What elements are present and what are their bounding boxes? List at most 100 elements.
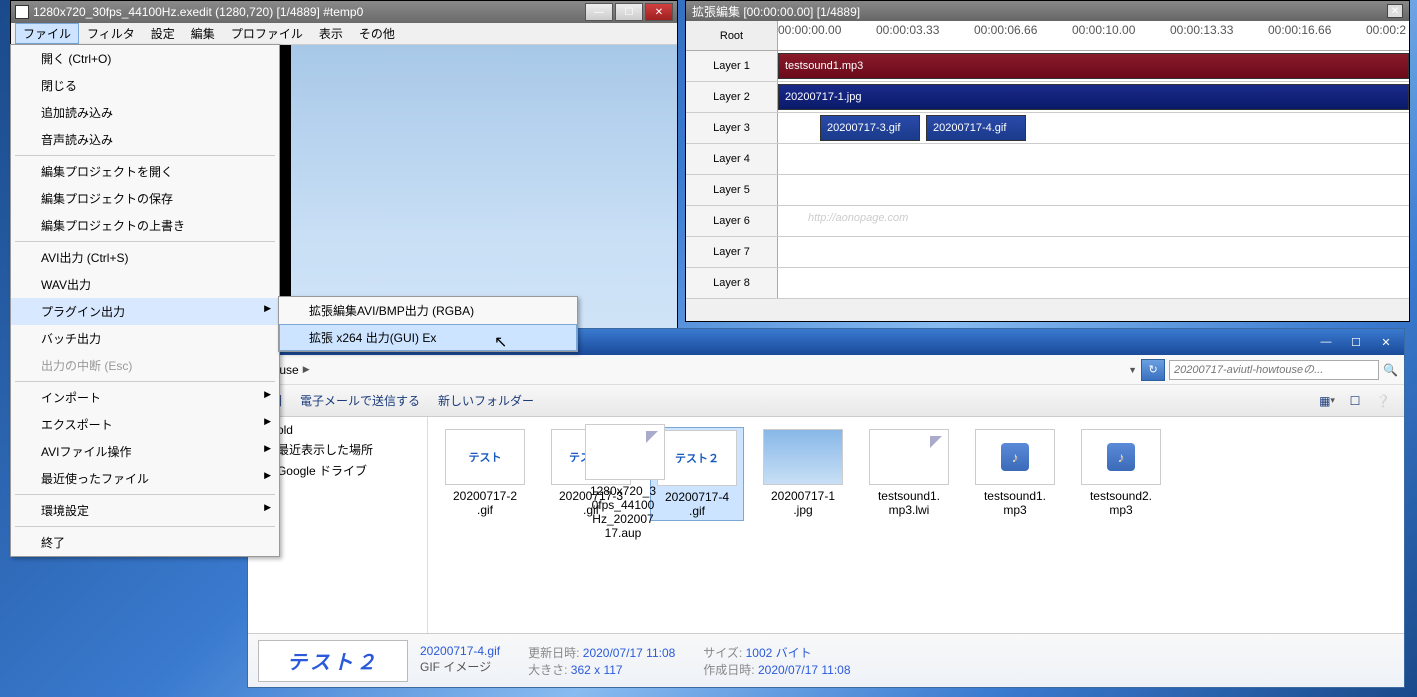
menu-item[interactable]: AVI出力 (Ctrl+S) (11, 244, 279, 271)
image-clip[interactable]: 20200717-4.gif (926, 115, 1026, 141)
menu-item[interactable]: プラグイン出力 (11, 298, 279, 325)
chevron-right-icon: ▶ (303, 364, 310, 375)
layer-label[interactable]: Layer 6 (686, 206, 778, 236)
timeline-row: Layer 5 (686, 175, 1409, 206)
chevron-down-icon[interactable]: ▼ (1128, 365, 1137, 375)
timeline-close-button[interactable]: ✕ (1387, 4, 1403, 18)
file-item[interactable]: 20200717-1.jpg (756, 427, 850, 521)
menu-item[interactable]: 編集プロジェクトを開く (11, 158, 279, 185)
status-size-value: 1002 バイト (746, 646, 812, 660)
timeline-titlebar[interactable]: 拡張編集 [00:00:00.00] [1/4889] ✕ (686, 1, 1409, 21)
layer-label[interactable]: Layer 4 (686, 144, 778, 174)
toolbar-email[interactable]: 電子メールで送信する (300, 392, 420, 409)
menu-item[interactable]: 編集プロジェクトの保存 (11, 185, 279, 212)
layer-track[interactable]: 20200717-3.gif20200717-4.gif (778, 113, 1409, 143)
minimize-button[interactable]: — (585, 3, 613, 21)
layer-label[interactable]: Layer 5 (686, 175, 778, 205)
file-name-line2: mp3 (970, 503, 1060, 517)
watermark-text: http://aonopage.com (808, 212, 908, 224)
preview-pane-button[interactable]: ☐ (1344, 391, 1366, 411)
explorer-minimize-button[interactable]: — (1312, 333, 1340, 351)
menu-item[interactable]: 終了 (11, 529, 279, 556)
menu-file[interactable]: ファイル (15, 23, 79, 44)
menu-item[interactable]: 音声読み込み (11, 126, 279, 153)
timeline-row: Layer 7 (686, 237, 1409, 268)
menu-item[interactable]: バッチ出力 (11, 325, 279, 352)
menu-item[interactable]: 最近使ったファイル (11, 465, 279, 492)
layer-track[interactable] (778, 175, 1409, 205)
file-name-line2: .gif (653, 504, 741, 518)
image-clip[interactable]: 20200717-3.gif (820, 115, 920, 141)
search-input[interactable] (1169, 360, 1379, 380)
explorer-body: 📁old🕘最近表示した場所📀Google ドライブ テスト20200717-2.… (248, 417, 1404, 633)
layer-label[interactable]: Layer 7 (686, 237, 778, 267)
file-name-line2: mp3.lwi (864, 503, 954, 517)
explorer-maximize-button[interactable]: ☐ (1342, 333, 1370, 351)
layer-track[interactable] (778, 237, 1409, 267)
layer-label[interactable]: Layer 2 (686, 82, 778, 112)
sidebar-label: Google ドライブ (277, 462, 367, 479)
status-mod-value: 2020/07/17 11:08 (583, 646, 676, 660)
status-filetype: GIF イメージ (420, 658, 500, 675)
file-item[interactable]: ♪testsound2.mp3 (1074, 427, 1168, 521)
explorer-file-grid[interactable]: テスト20200717-2.gifテスト１20200717-3.gifテスト２2… (428, 417, 1404, 633)
ruler-tick: 00:00:03.33 (876, 23, 939, 37)
layer-track[interactable]: 20200717-1.jpg (778, 82, 1409, 112)
layer-label[interactable]: Layer 8 (686, 268, 778, 298)
status-dim-label: 大きさ: (528, 663, 567, 677)
timeline-title: 拡張編集 [00:00:00.00] [1/4889] (692, 3, 860, 20)
submenu-item[interactable]: 拡張 x264 出力(GUI) Ex (279, 324, 577, 351)
layer-label[interactable]: Layer 3 (686, 113, 778, 143)
timeline-window: 拡張編集 [00:00:00.00] [1/4889] ✕ Root 00:00… (685, 0, 1410, 322)
help-button[interactable]: ❔ (1372, 391, 1394, 411)
file-item[interactable]: ♪testsound1.mp3 (968, 427, 1062, 521)
main-titlebar[interactable]: 1280x720_30fps_44100Hz.exedit (1280,720)… (11, 1, 677, 23)
status-dim-value: 362 x 117 (571, 663, 623, 677)
refresh-button[interactable]: ↻ (1141, 359, 1165, 381)
menu-item[interactable]: 開く (Ctrl+O) (11, 45, 279, 72)
menu-profile[interactable]: プロファイル (223, 23, 311, 44)
timeline-row: Layer 8 (686, 268, 1409, 299)
status-mod-label: 更新日時: (528, 646, 579, 660)
menu-item[interactable]: 追加読み込み (11, 99, 279, 126)
timeline-row: Layer 4 (686, 144, 1409, 175)
file-item[interactable]: テスト20200717-2.gif (438, 427, 532, 521)
menu-item[interactable]: 環境設定 (11, 497, 279, 524)
menu-other[interactable]: その他 (351, 23, 403, 44)
file-name-line1: 20200717-2 (440, 489, 530, 503)
timeline-ruler[interactable]: 00:00:00.0000:00:03.3300:00:06.6600:00:1… (778, 21, 1409, 50)
plugin-output-submenu: 拡張編集AVI/BMP出力 (RGBA)拡張 x264 出力(GUI) Ex (278, 296, 578, 352)
layer-track[interactable] (778, 268, 1409, 298)
timeline-row: Layer 320200717-3.gif20200717-4.gif (686, 113, 1409, 144)
layer-track[interactable]: testsound1.mp3 (778, 51, 1409, 81)
file-name-line1: testsound1. (864, 489, 954, 503)
menu-edit[interactable]: 編集 (183, 23, 223, 44)
maximize-button[interactable]: ☐ (615, 3, 643, 21)
menu-view[interactable]: 表示 (311, 23, 351, 44)
image-clip[interactable]: 20200717-1.jpg (778, 84, 1409, 110)
close-button[interactable]: ✕ (645, 3, 673, 21)
toolbar-newfolder[interactable]: 新しいフォルダー (438, 392, 534, 409)
menu-settings[interactable]: 設定 (143, 23, 183, 44)
status-size-label: サイズ: (703, 646, 742, 660)
timeline-root[interactable]: Root (686, 21, 778, 50)
menu-filter[interactable]: フィルタ (79, 23, 143, 44)
audio-clip[interactable]: testsound1.mp3 (778, 53, 1409, 79)
layer-label[interactable]: Layer 1 (686, 51, 778, 81)
toolbar-right-icons: ▦▾ ☐ ❔ (1316, 391, 1394, 411)
menu-item[interactable]: 閉じる (11, 72, 279, 99)
file-item[interactable]: testsound1.mp3.lwi (862, 427, 956, 521)
timeline-header: Root 00:00:00.0000:00:03.3300:00:06.6600… (686, 21, 1409, 51)
file-item[interactable]: 1280x720_30fps_44100Hz_20200717.aup (583, 422, 663, 542)
submenu-item[interactable]: 拡張編集AVI/BMP出力 (RGBA) (279, 297, 577, 324)
menu-item[interactable]: エクスポート (11, 411, 279, 438)
explorer-close-button[interactable]: ✕ (1372, 333, 1400, 351)
layer-track[interactable]: http://aonopage.com (778, 206, 1409, 236)
layer-track[interactable] (778, 144, 1409, 174)
menu-item[interactable]: 編集プロジェクトの上書き (11, 212, 279, 239)
menu-item[interactable]: WAV出力 (11, 271, 279, 298)
search-icon[interactable]: 🔍 (1383, 363, 1398, 377)
menu-item[interactable]: インポート (11, 384, 279, 411)
view-mode-button[interactable]: ▦▾ (1316, 391, 1338, 411)
menu-item[interactable]: AVIファイル操作 (11, 438, 279, 465)
